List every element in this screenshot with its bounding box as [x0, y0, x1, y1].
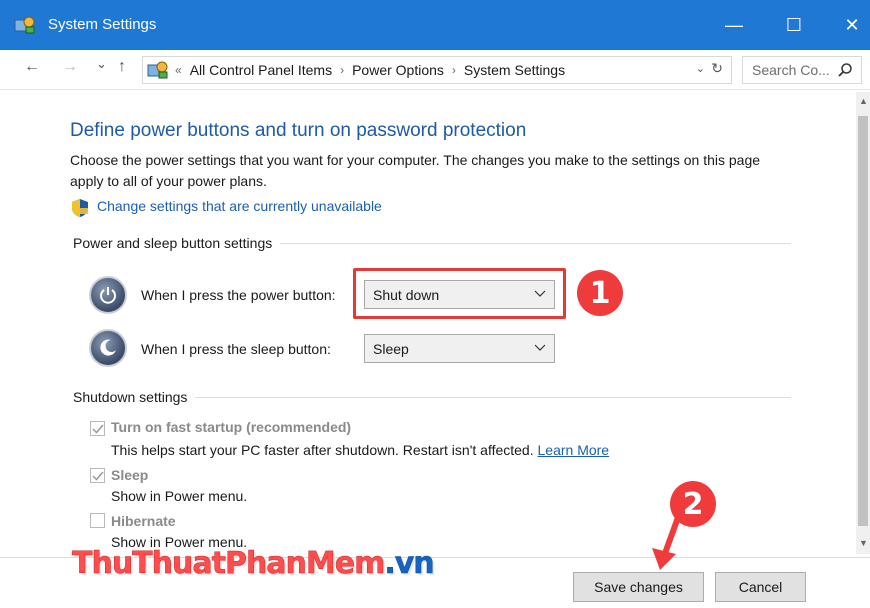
page-description: Choose the power settings that you want … — [70, 152, 761, 189]
breadcrumb-separator-icon[interactable]: › — [452, 63, 456, 77]
page-title: Define power buttons and turn on passwor… — [70, 120, 527, 141]
change-settings-link[interactable]: Change settings that are currently unava… — [97, 198, 382, 214]
maximize-button[interactable]: ☐ — [766, 0, 822, 50]
close-button[interactable]: ✕ — [824, 0, 870, 50]
watermark-part3: .vn — [384, 546, 435, 582]
scroll-up-icon[interactable]: ▲ — [859, 96, 868, 106]
recent-locations-icon[interactable]: ⌄ — [96, 56, 107, 72]
scroll-down-icon[interactable]: ▼ — [859, 538, 868, 548]
overflow-chevron-icon[interactable]: « — [175, 63, 182, 77]
search-box[interactable]: Search Co... — [742, 56, 862, 84]
annotation-highlight-box — [353, 268, 566, 319]
minimize-button[interactable]: — — [706, 0, 762, 50]
fast-startup-label: Turn on fast startup (recommended) — [111, 419, 352, 435]
breadcrumb-separator-icon[interactable]: › — [340, 63, 344, 77]
cancel-button[interactable]: Cancel — [715, 572, 806, 602]
fast-startup-description: This helps start your PC faster after sh… — [111, 442, 609, 458]
back-arrow-icon[interactable]: ← — [24, 58, 40, 76]
control-panel-icon — [147, 61, 168, 79]
annotation-marker-1: 1 — [577, 270, 623, 316]
shutdown-group-label: Shutdown settings — [73, 389, 196, 405]
control-panel-icon — [14, 16, 35, 34]
watermark-logo: ThuThuatPhanMem.vn — [72, 546, 435, 582]
fast-startup-checkbox[interactable] — [90, 421, 105, 436]
sleep-checkbox-label: Sleep — [111, 467, 149, 483]
title-bar: System Settings — ☐ ✕ — [0, 0, 870, 50]
sleep-button-value: Sleep — [373, 340, 409, 357]
checkmark-icon — [92, 424, 104, 434]
breadcrumb-system-settings[interactable]: System Settings — [464, 62, 565, 78]
power-sleep-group-label: Power and sleep button settings — [73, 235, 281, 251]
search-input[interactable]: Search Co... — [752, 62, 830, 78]
scrollbar-thumb[interactable] — [858, 116, 868, 526]
sleep-button-label: When I press the sleep button: — [141, 341, 331, 357]
learn-more-link[interactable]: Learn More — [538, 442, 610, 458]
power-button-label: When I press the power button: — [141, 287, 336, 303]
search-icon[interactable] — [837, 62, 853, 78]
watermark-part1: ThuThuat — [72, 546, 226, 582]
navigation-bar: ← → ⌄ ↑ « All Control Panel Items › Powe… — [0, 50, 870, 90]
address-dropdown-icon[interactable]: ⌄ — [696, 62, 705, 75]
checkmark-icon — [92, 471, 104, 481]
up-arrow-icon[interactable]: ↑ — [118, 58, 126, 76]
sleep-button-select[interactable]: Sleep — [364, 334, 555, 363]
forward-arrow-icon[interactable]: → — [62, 58, 78, 76]
uac-shield-icon — [72, 199, 88, 217]
hibernate-checkbox-label: Hibernate — [111, 513, 176, 529]
power-button-icon — [89, 276, 127, 314]
hibernate-checkbox[interactable] — [90, 513, 105, 528]
watermark-part2: PhanMem — [224, 546, 386, 582]
address-bar[interactable]: « All Control Panel Items › Power Option… — [142, 56, 732, 84]
sleep-checkbox-description: Show in Power menu. — [111, 488, 248, 504]
window-title: System Settings — [48, 16, 157, 33]
breadcrumb-all-control-panel-items[interactable]: All Control Panel Items — [190, 62, 332, 78]
save-changes-button[interactable]: Save changes — [573, 572, 704, 602]
annotation-arrow-icon — [652, 509, 683, 570]
sleep-checkbox[interactable] — [90, 468, 105, 483]
refresh-icon[interactable]: ↻ — [711, 60, 723, 77]
sleep-button-icon — [89, 329, 127, 367]
fast-startup-description-text: This helps start your PC faster after sh… — [111, 442, 534, 458]
breadcrumb-power-options[interactable]: Power Options — [352, 62, 444, 78]
chevron-down-icon — [534, 344, 546, 351]
vertical-scrollbar[interactable]: ▲ ▼ — [856, 92, 870, 554]
